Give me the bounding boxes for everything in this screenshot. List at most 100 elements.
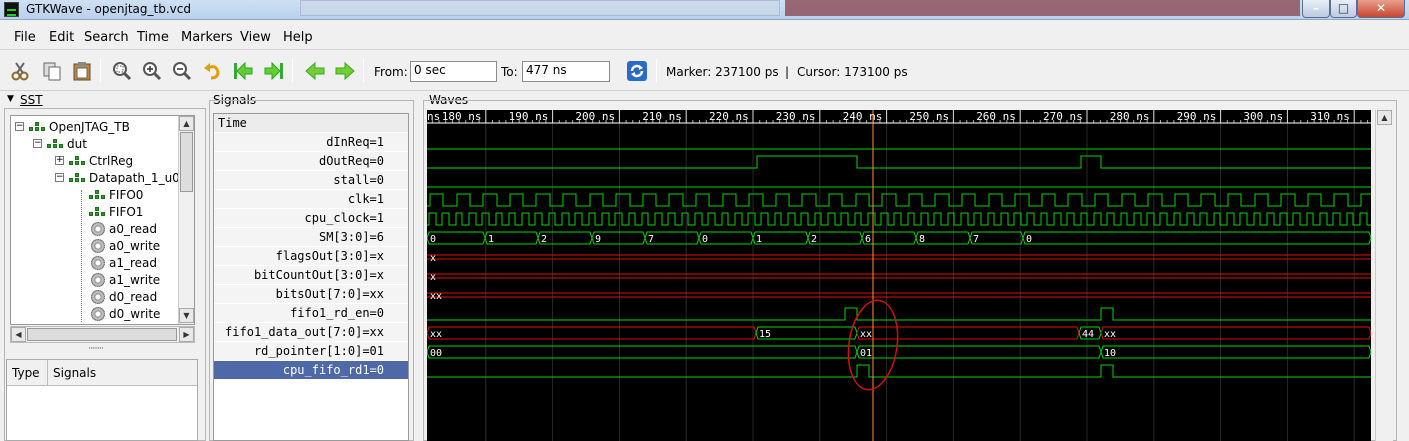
- reload-icon[interactable]: [625, 59, 649, 83]
- from-label: From:: [374, 65, 408, 79]
- module-icon: [47, 139, 63, 149]
- zoom-fit-icon[interactable]: [110, 59, 134, 83]
- signals-list[interactable]: Time dInReq=1 dOutReq=0 stall=0 clk=1 cp…: [213, 113, 409, 441]
- waveform-display[interactable]: ns 180 ns 190 ns 200 ns 210 ns 220 ns 230 ns 24…: [427, 110, 1371, 441]
- menu-file[interactable]: File: [14, 30, 36, 45]
- signal-row[interactable]: bitCountOut[3:0]=x: [214, 266, 408, 285]
- signal-row[interactable]: cpu_clock=1: [214, 209, 408, 228]
- tick-label: 290 ns: [1177, 110, 1217, 123]
- scroll-up-icon[interactable]: ▲: [179, 116, 194, 131]
- zoom-to-start-icon[interactable]: [231, 59, 255, 83]
- collapse-icon[interactable]: −: [15, 122, 24, 131]
- tree-label: d0_write: [109, 307, 161, 321]
- collapse-icon[interactable]: −: [33, 139, 42, 148]
- signal-row[interactable]: dOutReq=0: [214, 152, 408, 171]
- signal-row[interactable]: dInReq=1: [214, 133, 408, 152]
- process-icon: [91, 290, 105, 304]
- cut-icon[interactable]: [8, 59, 32, 83]
- scroll-left-icon[interactable]: ◀: [11, 327, 26, 342]
- find-next-edge-icon[interactable]: [333, 59, 357, 83]
- scroll-thumb[interactable]: [180, 132, 193, 192]
- bus-value-label: xx: [1104, 329, 1116, 340]
- bus-value-label: 1: [756, 234, 762, 245]
- tick-label: ns: [427, 110, 440, 123]
- process-icon: [91, 273, 105, 287]
- bus-value-label: 44: [1082, 329, 1094, 340]
- tree-label: CtrlReg: [89, 154, 134, 168]
- sst-collapse-arrow-icon[interactable]: ▼: [7, 94, 14, 104]
- scroll-down-icon[interactable]: ▼: [179, 308, 194, 323]
- scroll-up-icon[interactable]: ▲: [1377, 110, 1392, 125]
- tick-label: 180 ns: [442, 110, 482, 123]
- to-input[interactable]: 477 ns: [522, 61, 610, 82]
- tick-label: 300 ns: [1243, 110, 1283, 123]
- waves-vertical-scrollbar[interactable]: ▲: [1375, 110, 1393, 441]
- digital-wave: [427, 307, 1371, 321]
- from-input[interactable]: 0 sec: [410, 61, 497, 82]
- sst-vertical-scrollbar[interactable]: ▲ ▼: [178, 116, 194, 324]
- signal-type-list[interactable]: Type Signals: [6, 359, 198, 441]
- zoom-in-icon[interactable]: [140, 59, 164, 83]
- menu-help[interactable]: Help: [283, 30, 313, 45]
- expand-icon[interactable]: +: [55, 156, 64, 165]
- zoom-out-icon[interactable]: [170, 59, 194, 83]
- bus-value-label: 2: [541, 234, 547, 245]
- copy-icon[interactable]: [40, 59, 64, 83]
- bus-value-label: 1: [488, 234, 494, 245]
- scroll-right-icon[interactable]: ▶: [179, 327, 194, 342]
- sst-horizontal-scrollbar[interactable]: ◀ ▶: [10, 326, 195, 343]
- module-icon: [69, 156, 85, 166]
- bus-value-label: 10: [1104, 348, 1116, 359]
- module-icon: [29, 122, 45, 132]
- maximize-button[interactable]: □: [1330, 0, 1357, 18]
- signal-row[interactable]: SM[3:0]=6: [214, 228, 408, 247]
- zoom-to-end-icon[interactable]: [262, 59, 286, 83]
- toolbar-separator: [292, 59, 293, 83]
- menu-markers[interactable]: Markers: [181, 30, 233, 45]
- signal-row[interactable]: flagsOut[3:0]=x: [214, 247, 408, 266]
- background-window-tab: [785, 0, 1300, 16]
- module-icon: [89, 207, 105, 217]
- paste-icon[interactable]: [70, 59, 94, 83]
- signals-header-time: Time: [214, 114, 408, 133]
- pane-splitter-handle[interactable]: ········: [88, 344, 104, 354]
- menu-time[interactable]: Time: [137, 30, 169, 45]
- minimize-button[interactable]: –: [1302, 0, 1330, 18]
- signal-row[interactable]: clk=1: [214, 190, 408, 209]
- signal-row[interactable]: stall=0: [214, 171, 408, 190]
- maximize-icon: □: [1337, 1, 1350, 15]
- find-previous-edge-icon[interactable]: [303, 59, 327, 83]
- signal-row[interactable]: rd_pointer[1:0]=01: [214, 342, 408, 361]
- marker-readout: Marker: 237100 ps: [666, 65, 779, 79]
- tree-label: FIFO0: [109, 188, 144, 202]
- bus-value-label: x: [430, 272, 436, 283]
- bus-value-label: 00: [430, 348, 442, 359]
- column-header-signals[interactable]: Signals: [48, 360, 197, 386]
- sst-tree[interactable]: − OpenJTAG_TB − dut + CtrlReg − Datapath_1_u…: [10, 115, 195, 325]
- scroll-thumb[interactable]: [27, 328, 177, 341]
- sst-label: SST: [20, 93, 43, 107]
- menu-search[interactable]: Search: [84, 30, 129, 45]
- toolbar-separator: [363, 59, 364, 83]
- bus-value-label: 0: [430, 234, 436, 245]
- tick-label: 250 ns: [909, 110, 949, 123]
- bus-value-label: xx: [430, 291, 442, 302]
- signal-row[interactable]: bitsOut[7:0]=xx: [214, 285, 408, 304]
- readout-separator: |: [785, 65, 790, 79]
- signal-row-selected[interactable]: cpu_fifo_rd1=0: [214, 361, 408, 380]
- bus-value-label: 8: [919, 234, 925, 245]
- menu-edit[interactable]: Edit: [49, 30, 74, 45]
- signal-row[interactable]: fifo1_rd_en=0: [214, 304, 408, 323]
- tree-label: a1_write: [109, 273, 161, 287]
- close-button[interactable]: ✕: [1357, 0, 1405, 18]
- bus-segment: [1100, 345, 1371, 359]
- tree-label: d0_read: [109, 290, 158, 304]
- close-icon: ✕: [1375, 1, 1387, 15]
- column-header-type[interactable]: Type: [7, 360, 48, 386]
- tree-label: Datapath_1_u0: [89, 171, 180, 185]
- undo-zoom-icon[interactable]: [201, 59, 225, 83]
- collapse-icon[interactable]: −: [55, 173, 64, 182]
- signal-row[interactable]: fifo1_data_out[7:0]=xx: [214, 323, 408, 342]
- window-title: GTKWave - openjtag_tb.vcd: [26, 2, 191, 16]
- menu-view[interactable]: View: [240, 30, 271, 45]
